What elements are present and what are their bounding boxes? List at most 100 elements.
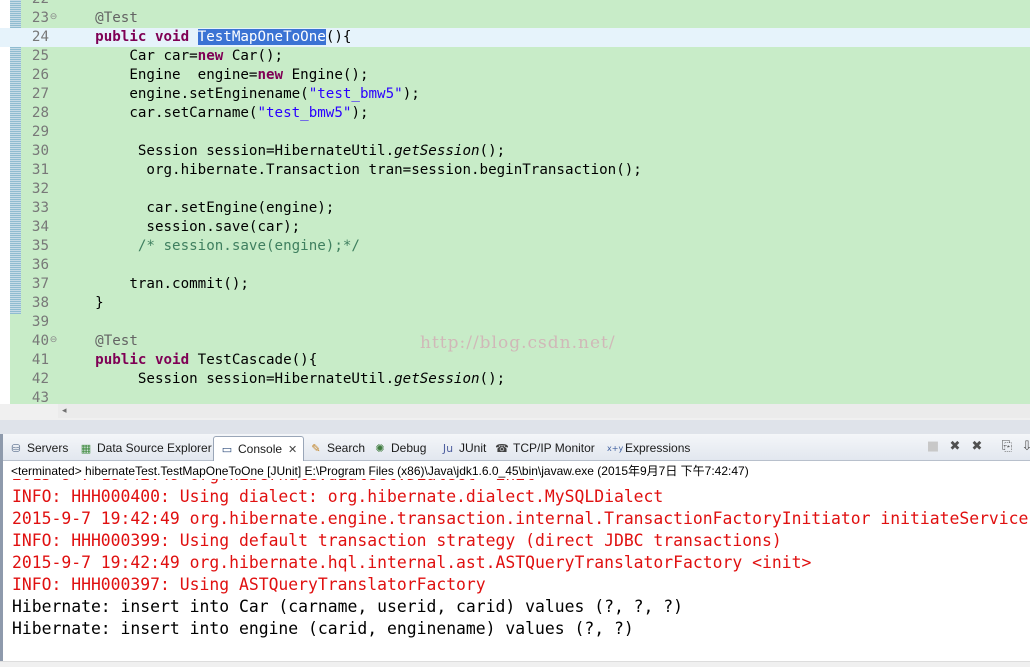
view-separator[interactable]: [0, 420, 1030, 434]
console-line: Hibernate: insert into Car (carname, use…: [12, 597, 684, 616]
line-number: 23: [31, 10, 49, 26]
remove-launch-icon[interactable]: ✖: [947, 439, 963, 455]
window-bottom-edge: [0, 661, 1030, 667]
code-line-30[interactable]: 30 Session session=HibernateUtil.getSess…: [0, 142, 1030, 161]
code-line-31[interactable]: 31 org.hibernate.Transaction tran=sessio…: [0, 161, 1030, 180]
code-text[interactable]: tran.commit();: [61, 275, 249, 294]
console-line: Hibernate: insert into engine (carid, en…: [12, 619, 634, 638]
line-number: 43: [31, 390, 49, 406]
console-line: INFO: HHH000400: Using dialect: org.hibe…: [12, 487, 664, 506]
expressions-icon: x+y: [607, 443, 624, 453]
data-source-icon: ▦: [80, 441, 92, 455]
code-line-22[interactable]: 22: [0, 0, 1030, 9]
code-line-35[interactable]: 35 /* session.save(engine);*/: [0, 237, 1030, 256]
code-line-28[interactable]: 28 car.setCarname("test_bmw5");: [0, 104, 1030, 123]
console-line: 2015-9-7 19:42:49 org.hibernate.engine.t…: [12, 509, 1029, 528]
line-number: 28: [31, 105, 49, 121]
tab-tcpip-monitor[interactable]: ☎ TCP/IP Monitor: [495, 438, 595, 458]
line-number: 39: [31, 314, 49, 330]
code-text[interactable]: org.hibernate.Transaction tran=session.b…: [61, 161, 641, 180]
code-line-29[interactable]: 29: [0, 123, 1030, 142]
code-text[interactable]: Session session=HibernateUtil.getSession…: [61, 370, 505, 389]
code-line-33[interactable]: 33 car.setEngine(engine);: [0, 199, 1030, 218]
code-text[interactable]: Car car=new Car();: [61, 47, 283, 66]
code-line-23[interactable]: 23 ⊖ @Test: [0, 9, 1030, 28]
line-number: 33: [31, 200, 49, 216]
tab-servers[interactable]: ⛁ Servers: [9, 438, 68, 458]
console-line: 2015-9-7 19:42:49 org.hibernate.hql.inte…: [12, 553, 812, 572]
console-line: 2015-9-7 19:42:49 org.hibernate.dialect.…: [12, 479, 545, 486]
editor-text-area[interactable]: 2223⊖ @Test24 public void TestMapOneToOn…: [0, 0, 1030, 406]
console-line: INFO: HHH000397: Using ASTQueryTranslato…: [12, 575, 486, 594]
tab-data-source-explorer[interactable]: ▦ Data Source Explorer: [79, 438, 212, 458]
search-icon: ✎: [311, 441, 321, 455]
code-text[interactable]: Session session=HibernateUtil.getSession…: [61, 142, 505, 161]
line-number: 36: [31, 257, 49, 273]
servers-icon: ⛁: [11, 441, 21, 455]
code-line-36[interactable]: 36: [0, 256, 1030, 275]
code-editor[interactable]: 2223⊖ @Test24 public void TestMapOneToOn…: [0, 0, 1030, 420]
code-text[interactable]: /* session.save(engine);*/: [61, 237, 360, 256]
horizontal-scrollbar[interactable]: ◂: [58, 404, 1030, 418]
code-text[interactable]: public void TestCascade(){: [61, 351, 317, 370]
tab-debug[interactable]: ✺ Debug: [373, 438, 426, 458]
remove-all-icon[interactable]: ✖: [969, 439, 985, 455]
tab-label: Debug: [391, 441, 427, 455]
code-line-27[interactable]: 27 engine.setEnginename("test_bmw5");: [0, 85, 1030, 104]
line-number: 22: [23, 0, 49, 9]
code-line-37[interactable]: 37 tran.commit();: [0, 275, 1030, 294]
code-line-24[interactable]: 24 public void TestMapOneToOne(){: [0, 28, 1030, 47]
code-line-38[interactable]: 38 }: [0, 294, 1030, 313]
code-line-25[interactable]: 25 Car car=new Car();: [0, 47, 1030, 66]
code-text[interactable]: car.setCarname("test_bmw5");: [61, 104, 368, 123]
clear-console-icon[interactable]: ⎘: [999, 439, 1015, 455]
code-text[interactable]: engine.setEnginename("test_bmw5");: [61, 85, 419, 104]
console-output[interactable]: 2015-9-7 19:42:49 org.hibernate.dialect.…: [12, 479, 1030, 663]
scroll-lock-icon[interactable]: ⇩: [1019, 439, 1030, 455]
terminate-icon[interactable]: ■: [925, 439, 941, 455]
code-line-32[interactable]: 32: [0, 180, 1030, 199]
line-number: 41: [31, 352, 49, 368]
fold-toggle-icon[interactable]: ⊖: [49, 336, 58, 345]
line-number: 31: [31, 162, 49, 178]
code-text[interactable]: }: [61, 294, 104, 313]
fold-toggle-icon[interactable]: ⊖: [49, 13, 58, 22]
code-line-34[interactable]: 34 session.save(car);: [0, 218, 1030, 237]
tab-label: JUnit: [459, 441, 487, 455]
view-tab-bar: ⛁ Servers ▦ Data Source Explorer ▭ Console ✕ ✎ S…: [3, 434, 1030, 461]
debug-icon: ✺: [375, 441, 385, 455]
tab-label: Data Source Explorer: [97, 441, 212, 455]
code-text[interactable]: public void TestMapOneToOne(){: [61, 28, 351, 47]
line-number: 35: [31, 238, 49, 254]
tcpip-monitor-icon: ☎: [495, 441, 509, 455]
tab-console[interactable]: ▭ Console ✕: [213, 436, 305, 462]
code-text[interactable]: Engine engine=new Engine();: [61, 66, 368, 85]
code-line-26[interactable]: 26 Engine engine=new Engine();: [0, 66, 1030, 85]
tab-label: Expressions: [625, 441, 691, 455]
tab-label: Console: [238, 442, 283, 456]
close-icon[interactable]: ✕: [288, 438, 297, 462]
console-line: INFO: HHH000399: Using default transacti…: [12, 531, 782, 550]
line-number: 30: [31, 143, 49, 159]
line-number: 26: [31, 67, 49, 83]
console-view: ⛁ Servers ▦ Data Source Explorer ▭ Console ✕ ✎ S…: [0, 434, 1030, 666]
line-number: 32: [31, 181, 49, 197]
code-text[interactable]: @Test: [61, 332, 138, 351]
line-number: 37: [31, 276, 49, 292]
code-line-39[interactable]: 39: [0, 313, 1030, 332]
tab-label: Servers: [27, 441, 69, 455]
code-text[interactable]: car.setEngine(engine);: [61, 199, 334, 218]
console-icon: ▭: [221, 442, 233, 456]
tab-expressions[interactable]: x+y Expressions: [607, 438, 690, 458]
code-line-42[interactable]: 42 Session session=HibernateUtil.getSess…: [0, 370, 1030, 389]
junit-icon: Ju: [442, 441, 454, 455]
line-number: 25: [31, 48, 49, 64]
code-text[interactable]: @Test: [61, 9, 138, 28]
line-number: 38: [31, 295, 49, 311]
code-line-41[interactable]: 41 public void TestCascade(){: [0, 351, 1030, 370]
line-number: 29: [31, 124, 49, 140]
scroll-left-icon[interactable]: ◂: [62, 404, 67, 418]
code-text[interactable]: session.save(car);: [61, 218, 300, 237]
tab-junit[interactable]: Ju JUnit: [441, 438, 486, 458]
tab-search[interactable]: ✎ Search: [309, 438, 365, 458]
